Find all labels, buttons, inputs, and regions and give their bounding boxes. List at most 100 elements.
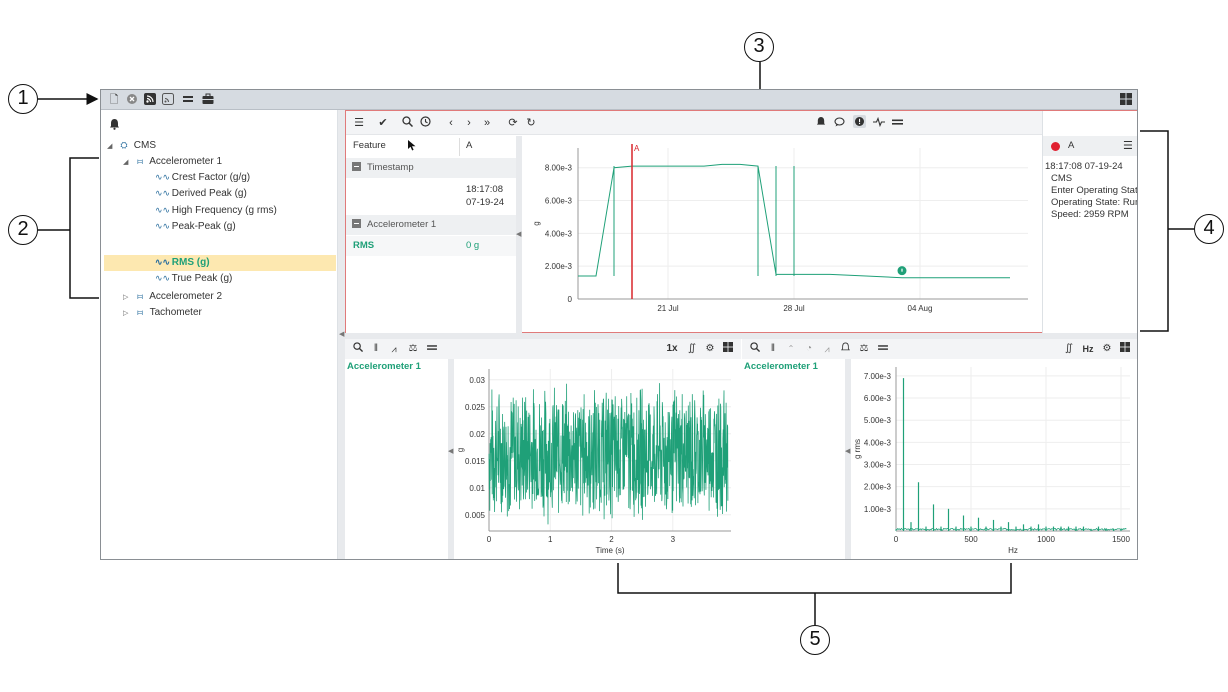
trend-ylabel: g	[532, 221, 541, 225]
chart-icon[interactable]: ⩘	[820, 341, 834, 357]
comment-icon[interactable]	[832, 113, 846, 133]
spectrum-splitter[interactable]: ◀	[845, 359, 851, 559]
collapse-arrow-icon[interactable]: ◀	[516, 230, 521, 238]
rss-square-icon[interactable]	[161, 93, 175, 107]
waveform-panel: ‖ ⩘ ⚖ 1x ∬ ⚙ Accelerometer 1 ◀ 0.005 0.01…	[345, 339, 741, 560]
section-timestamp[interactable]: Timestamp	[346, 158, 516, 178]
redo-icon[interactable]: ↻	[524, 113, 538, 133]
integral-icon[interactable]: ∬	[685, 341, 699, 357]
wave-ytick-label: 0.025	[465, 403, 486, 412]
double-check-icon[interactable]: ✔	[376, 113, 390, 133]
gauge-icon[interactable]: ◔	[802, 341, 816, 357]
collapse-arrow-icon[interactable]: ◀	[448, 447, 453, 455]
trend-toolbar: ☰ ✔ ‹ › » ⟳ ↻	[346, 111, 1136, 135]
grid-icon[interactable]	[721, 341, 735, 357]
waveform-chart[interactable]: 0.005 0.01 0.015 0.02 0.025 0.03 0 1 2 3 Time (s) g	[455, 359, 741, 560]
menu-icon[interactable]: ☰	[352, 113, 366, 133]
gear-icon[interactable]: ⚙	[703, 341, 717, 357]
spectrum-panel: ‖ ⌃ ◔ ⩘ ⚖ ∬ Hz ⚙ Accelerometer 1 ◀ 1.00e…	[742, 339, 1137, 560]
collapse-arrow-icon[interactable]: ◀	[845, 447, 850, 455]
waveform-toolbar: ‖ ⩘ ⚖ 1x ∬ ⚙	[345, 339, 741, 359]
hz-button[interactable]: Hz	[1080, 341, 1096, 357]
chart-icon[interactable]: ⩘	[387, 341, 401, 357]
zoom-icon[interactable]	[351, 341, 365, 357]
equals-icon[interactable]	[425, 341, 439, 357]
bell-icon[interactable]	[109, 117, 121, 130]
trend-ytick-label: 4.00e-3	[545, 229, 573, 238]
briefcase-icon[interactable]	[201, 93, 215, 107]
grid-icon[interactable]	[1118, 341, 1132, 357]
collapse-minus-icon[interactable]	[352, 219, 361, 228]
grid-icon[interactable]	[1119, 93, 1133, 107]
speed-button[interactable]: 1x	[663, 341, 681, 357]
zoom-icon[interactable]	[748, 341, 762, 357]
gear-icon[interactable]: ⚙	[1100, 341, 1114, 357]
tree-feature-true-peak[interactable]: ∿∿ True Peak (g)	[155, 271, 232, 287]
column-header-a[interactable]: A	[466, 136, 472, 156]
sync-icon[interactable]: ⟳	[506, 113, 520, 133]
trend-ytick-label: 0	[568, 295, 573, 304]
caret-up-icon[interactable]: ⌃	[784, 341, 798, 357]
document-icon[interactable]: 🗋	[107, 93, 121, 107]
waveform-splitter[interactable]: ◀	[448, 359, 454, 559]
tree-feature-label: High Frequency (g rms)	[171, 205, 277, 216]
alert-icon[interactable]	[852, 113, 866, 133]
tree-node-label: Accelerometer 2	[149, 291, 223, 302]
tree-feature-label: Peak-Peak (g)	[171, 221, 236, 232]
equals-icon[interactable]	[876, 341, 890, 357]
wave-xlabel: Time (s)	[595, 546, 624, 555]
waveform-icon: ∿∿	[155, 258, 171, 268]
balance-icon[interactable]: ⚖	[405, 341, 421, 357]
table-splitter[interactable]: ◀	[516, 136, 522, 333]
bell-outline-icon[interactable]	[838, 341, 852, 357]
waveform-icon: ∿∿	[155, 274, 171, 284]
clock-icon[interactable]	[418, 113, 432, 133]
tree-feature-label: RMS (g)	[171, 257, 210, 268]
pause-icon[interactable]: ‖	[766, 341, 780, 357]
section-accelerometer-1[interactable]: Accelerometer 1	[346, 215, 516, 235]
double-chevron-right-icon[interactable]: »	[480, 113, 494, 133]
tree-feature-high-frequency[interactable]: ∿∿ High Frequency (g rms)	[155, 203, 277, 219]
collapse-minus-icon[interactable]	[352, 162, 361, 171]
wave-series-line	[488, 383, 729, 525]
tree-feature-rms[interactable]: ∿∿ RMS (g)	[155, 255, 210, 271]
sensor-icon: ⧦	[137, 307, 143, 317]
menu-icon[interactable]: ☰	[1123, 139, 1133, 152]
alarm-cursor-label: A	[1068, 140, 1075, 151]
bell-icon[interactable]	[814, 113, 828, 133]
close-circle-icon[interactable]	[125, 93, 139, 107]
collapse-arrow-icon[interactable]: ◀	[339, 330, 344, 338]
tree-node-cms[interactable]: ◢ ⛭ CMS	[107, 137, 156, 153]
tree-node-accelerometer-1[interactable]: ◢ ⧦ Accelerometer 1	[123, 153, 222, 169]
expand-triangle-icon[interactable]: ◢	[123, 155, 133, 171]
trend-ytick-label: 6.00e-3	[545, 197, 573, 206]
integral-icon[interactable]: ∬	[1062, 341, 1076, 357]
rms-row[interactable]: RMS 0 g	[346, 236, 516, 256]
chevron-left-icon[interactable]: ‹	[444, 113, 458, 133]
column-divider	[459, 138, 460, 156]
vertical-splitter[interactable]: ◀	[338, 110, 345, 559]
wave-xtick-label: 1	[548, 535, 553, 544]
tree-feature-peak-peak[interactable]: ∿∿ Peak-Peak (g)	[155, 219, 236, 235]
expand-triangle-icon[interactable]: ◢	[107, 139, 117, 155]
spec-ytick-label: 6.00e-3	[864, 394, 892, 403]
spectrum-chart[interactable]: 1.00e-3 2.00e-3 3.00e-3 4.00e-3 5.00e-3 6.00e…	[852, 359, 1137, 560]
zoom-icon[interactable]	[400, 113, 414, 133]
chevron-right-icon[interactable]: ›	[462, 113, 476, 133]
equals-icon[interactable]	[890, 113, 904, 133]
top-toolbar: 🗋	[101, 90, 1137, 110]
waveform-title: Accelerometer 1	[347, 361, 421, 372]
collapse-triangle-icon[interactable]: ▷	[123, 306, 133, 322]
spec-ylabel: g rms	[853, 439, 862, 459]
trend-chart[interactable]: 0 2.00e-3 4.00e-3 6.00e-3 8.00e-3 21 Jul 28 Ju…	[523, 136, 1041, 333]
tree-feature-derived-peak[interactable]: ∿∿ Derived Peak (g)	[155, 186, 247, 202]
pulse-icon[interactable]	[872, 113, 886, 133]
tree-node-accelerometer-2[interactable]: ▷ ⧦ Accelerometer 2	[123, 288, 222, 304]
tree-node-tachometer[interactable]: ▷ ⧦ Tachometer	[123, 304, 202, 320]
balance-icon[interactable]: ⚖	[856, 341, 872, 357]
tree-feature-crest-factor[interactable]: ∿∿ Crest Factor (g/g)	[155, 170, 250, 186]
equals-icon[interactable]	[181, 93, 195, 107]
pause-icon[interactable]: ‖	[369, 341, 383, 357]
column-header-feature[interactable]: Feature	[353, 136, 386, 156]
rss-icon[interactable]	[143, 93, 157, 107]
